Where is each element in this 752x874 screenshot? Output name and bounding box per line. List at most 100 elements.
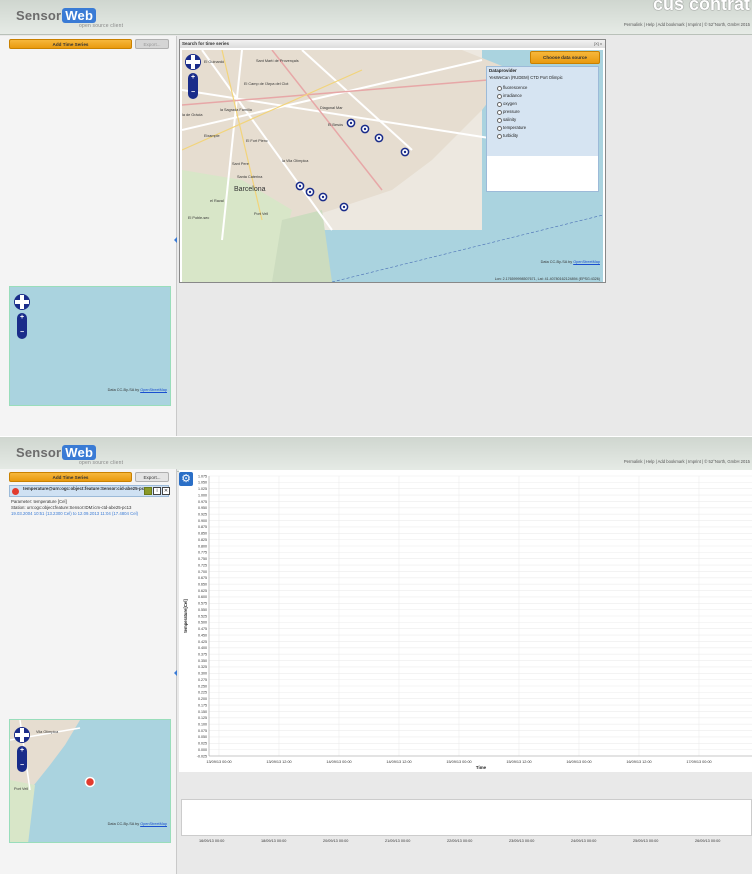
zoom-control[interactable]: + − [188, 73, 198, 99]
y-tick-label: 0.725 [198, 563, 207, 567]
collapse-sidebar-icon[interactable] [174, 237, 177, 243]
overview-chart[interactable] [181, 799, 752, 836]
osm-link[interactable]: OpenStreetMap [573, 260, 600, 264]
y-tick-label: 0.300 [198, 672, 207, 676]
mini-map[interactable]: + − Data CC-By-SA by OpenStreetMap [9, 286, 171, 406]
y-tick-label: 0.675 [198, 576, 207, 580]
add-time-series-button[interactable]: Add Time Series [9, 472, 132, 482]
x-tick-label: 15/09/13 12:00 [506, 760, 531, 764]
osm-link[interactable]: OpenStreetMap [140, 822, 167, 826]
dialog-title: Search for time series [180, 40, 605, 48]
header-links[interactable]: Permalink | Help | Add bookmark | Imprin… [624, 459, 750, 464]
zoom-out-icon[interactable]: − [190, 89, 196, 96]
phenomenon-option[interactable]: irradiance [487, 92, 598, 100]
y-tick-label: 0.475 [198, 627, 207, 631]
app-logo[interactable]: Sensor Web open source client [16, 8, 123, 29]
style-icon[interactable] [144, 487, 152, 495]
zoom-control[interactable]: + − [17, 313, 27, 339]
y-tick-label: 0.325 [198, 665, 207, 669]
time-range-text[interactable]: 19.03.2004 10:51 (13.2300 Cel) to 12.09.… [11, 511, 138, 516]
chart-view: Sensor Web open source client Permalink |… [0, 437, 752, 874]
add-time-series-button[interactable]: Add Time Series [9, 39, 132, 49]
map-label: Sant Pere [232, 162, 249, 166]
y-tick-label: 1.075 [198, 474, 207, 478]
phenomenon-option[interactable]: turbidity [487, 132, 598, 140]
chart-area[interactable]: 1.075 1.050 1.025 1.000 0.975 0.950 0.925 0.900… [179, 470, 752, 772]
y-tick-label: 0.100 [198, 722, 207, 726]
y-tick-label: 0.075 [198, 729, 207, 733]
y-tick-label: 1.025 [198, 487, 207, 491]
zoom-out-icon[interactable]: − [19, 329, 25, 336]
time-series-entry[interactable]: temperature@urn:ogc:object:feature:Senso… [9, 485, 170, 523]
y-tick-label: 0.900 [198, 519, 207, 523]
overview-tick-label: 22/09/13 00:00 [447, 839, 473, 843]
zoom-control[interactable]: + − [17, 746, 27, 772]
phenomenon-option[interactable]: salinity [487, 116, 598, 124]
x-axis-label: Time [476, 765, 487, 770]
choose-data-source-button[interactable]: Choose data source [530, 51, 600, 64]
phenomenon-option[interactable]: oxygen [487, 100, 598, 108]
y-tick-label: 0.500 [198, 621, 207, 625]
osm-link[interactable]: OpenStreetMap [140, 388, 167, 392]
zoom-in-icon[interactable]: + [190, 74, 196, 81]
y-tick-label: 0.275 [198, 678, 207, 682]
dataprovider-name[interactable]: YesWeCan (RUDEM) CTD Port Olimpic [487, 74, 598, 81]
series-color-icon[interactable] [12, 488, 19, 495]
app-header: Sensor Web open source client Permalink |… [0, 437, 752, 472]
pan-control-icon[interactable] [14, 727, 30, 743]
search-view: Sensor Web open source client cus contrat… [0, 0, 752, 436]
remove-icon[interactable]: ✕ [162, 487, 170, 495]
map-navigation[interactable]: + − [14, 294, 30, 342]
dataprovider-header: Dataprovider [487, 67, 598, 74]
parameter-text: Parameter: temperature [Cel] [11, 499, 67, 504]
y-tick-label: 0.525 [198, 614, 207, 618]
phenomenon-option[interactable]: temperature [487, 124, 598, 132]
app-logo[interactable]: Sensor Web open source client [16, 445, 123, 466]
overview-tick-label: 26/09/13 00:00 [695, 839, 721, 843]
logo-web-badge: Web [62, 445, 97, 460]
y-tick-label: 0.925 [198, 512, 207, 516]
map-navigation[interactable]: + − [185, 54, 201, 102]
zoom-out-icon[interactable]: − [19, 762, 25, 769]
map-label: El Fort Pienc [246, 139, 268, 143]
y-tick-label: 0.250 [198, 684, 207, 688]
export-button[interactable]: Export... [135, 472, 169, 482]
y-tick-label: 0.850 [198, 532, 207, 536]
y-tick-label: 0.350 [198, 659, 207, 663]
zoom-in-icon[interactable]: + [19, 747, 25, 754]
y-tick-label: 0.225 [198, 691, 207, 695]
close-icon[interactable]: [X] x [594, 41, 602, 46]
settings-gear-icon[interactable]: ⚙ [179, 472, 193, 486]
header-links[interactable]: Permalink | Help | Add bookmark | Imprin… [624, 22, 750, 27]
mini-map[interactable]: + − Vila Olímpica Port Vell Data CC-By-S… [9, 719, 171, 843]
map-label: Sant Martí de Provençals [256, 59, 299, 63]
logo-text: Sensor [16, 8, 62, 23]
y-tick-label: 0.700 [198, 570, 207, 574]
map-attribution: Data CC-By-SA by OpenStreetMap [107, 388, 167, 392]
timeseries-chart[interactable]: 1.075 1.050 1.025 1.000 0.975 0.950 0.925 0.900… [179, 470, 752, 772]
map-navigation[interactable]: + − [14, 727, 30, 775]
pan-control-icon[interactable] [14, 294, 30, 310]
overview-tick-label: 16/09/13 00:00 [199, 839, 225, 843]
map-label: la de Gràcia [182, 113, 203, 117]
phenomenon-option[interactable]: pressure [487, 108, 598, 116]
y-tick-label: 0.150 [198, 710, 207, 714]
y-tick-label: -0.025 [197, 754, 207, 758]
x-tick-label: 17/09/13 00:00 [686, 760, 711, 764]
y-tick-label: 1.050 [198, 481, 207, 485]
phenomenon-option[interactable]: fluorescence [487, 84, 598, 92]
overview-tick-label: 24/09/13 00:00 [571, 839, 597, 843]
zoom-in-icon[interactable]: + [19, 314, 25, 321]
left-sidebar: Add Time Series Export... temperature@ur… [0, 469, 177, 874]
overview-tick-label: 25/09/13 00:00 [633, 839, 659, 843]
export-button[interactable]: Export... [135, 39, 169, 49]
coordinate-readout: Lon: 2.176599998507671, Lat: 41.40780162… [494, 277, 600, 281]
pan-control-icon[interactable] [185, 54, 201, 70]
y-tick-label: 0.375 [198, 652, 207, 656]
x-tick-label: 16/09/13 12:00 [626, 760, 651, 764]
map-label: el Raval [210, 199, 224, 203]
info-icon[interactable]: i [153, 487, 161, 495]
y-tick-label: 0.000 [198, 748, 207, 752]
dataprovider-panel: Dataprovider YesWeCan (RUDEM) CTD Port O… [486, 66, 599, 192]
collapse-sidebar-icon[interactable] [174, 670, 177, 676]
